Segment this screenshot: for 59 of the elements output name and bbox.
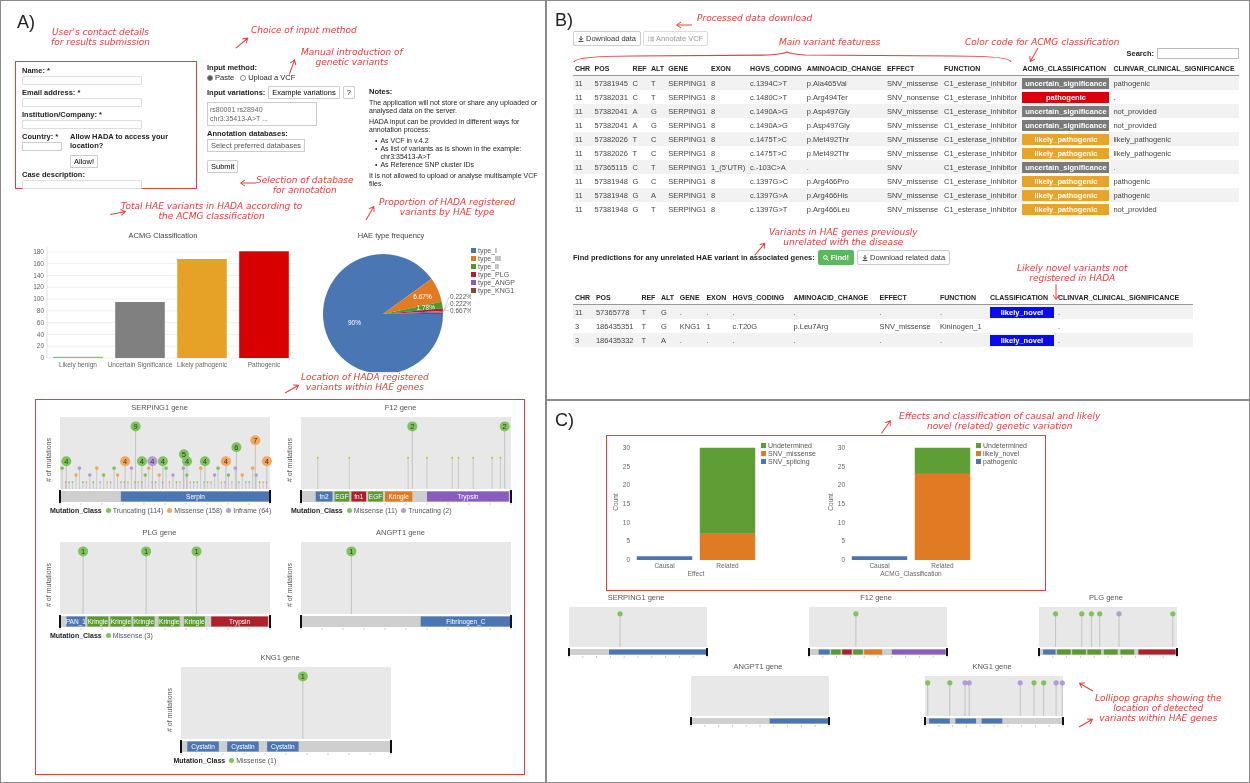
lollipop <box>1170 611 1176 648</box>
arrow-icon <box>1076 679 1096 695</box>
arrow-icon <box>1052 283 1060 301</box>
lollipop <box>925 680 931 717</box>
annotation-note: Color code for ACMG classification <box>965 37 1120 47</box>
annotation-note: Selection of database for annotation <box>256 175 354 195</box>
annotation-note: Choice of input method <box>251 25 357 35</box>
legend-swatch <box>471 272 476 277</box>
annotation-note: Total HAE variants in HADA according to the ACMG classification <box>121 201 303 221</box>
annotation-note: Variants in HAE genes previously unrelated with the disease <box>769 227 918 247</box>
annotation-note: Effects and classification of causal and likely novel (related) genetic variation <box>899 411 1101 431</box>
arrow-icon <box>362 203 378 223</box>
input-field[interactable] <box>22 76 142 85</box>
lollipop <box>78 546 89 615</box>
lollipop <box>1052 611 1059 648</box>
annotation-note: Processed data download <box>697 13 813 23</box>
annotation-note: User's contact details for results submission <box>51 27 150 47</box>
lollipop <box>1097 611 1103 648</box>
country-dropdown[interactable] <box>22 142 62 151</box>
lollipop <box>346 546 357 615</box>
lollipop <box>1017 680 1023 717</box>
search-icon <box>822 254 829 261</box>
annotation-note: Proportion of HADA registered variants by HAE type <box>379 197 516 217</box>
panel-label: A) <box>17 11 35 33</box>
lollipop <box>853 611 859 648</box>
search-field[interactable] <box>1157 48 1239 59</box>
annotation-note: Lollipop graphs showing the location of detected variants within HAE genes <box>1095 693 1222 723</box>
download-icon <box>578 35 584 42</box>
arrow-icon <box>675 21 693 29</box>
input-field[interactable] <box>22 98 142 107</box>
lollipop <box>297 671 308 740</box>
annotation-note: Main variant featuress <box>779 37 881 47</box>
legend-swatch <box>471 264 476 269</box>
annotation-note: Likely novel variants not registered in HADA <box>1017 263 1128 283</box>
lollipop <box>1031 680 1037 717</box>
radio-button[interactable] <box>207 74 213 81</box>
lollipop <box>1116 611 1122 648</box>
annotation-note: Manual introduction of genetic variants <box>301 47 403 67</box>
list-icon <box>648 35 655 42</box>
lollipop <box>1088 611 1095 648</box>
lollipop <box>191 546 202 615</box>
input-field[interactable] <box>22 120 142 129</box>
legend-swatch <box>471 280 476 285</box>
annotation-note: Location of HADA registered variants within HAE genes <box>301 372 429 392</box>
panel-label: C) <box>555 409 574 431</box>
legend-swatch <box>471 288 476 293</box>
legend-swatch <box>471 256 476 261</box>
bar-segment <box>636 556 693 560</box>
lollipop <box>617 611 623 648</box>
bar-segment <box>851 556 908 560</box>
lollipop <box>1079 611 1085 648</box>
panel-label: B) <box>555 9 573 31</box>
download-icon <box>862 254 869 261</box>
lollipop <box>141 546 152 615</box>
arrow-icon <box>239 179 257 187</box>
lollipop <box>947 680 953 717</box>
input-field[interactable] <box>22 180 142 189</box>
lollipop <box>1041 680 1047 717</box>
legend-swatch <box>471 248 476 253</box>
